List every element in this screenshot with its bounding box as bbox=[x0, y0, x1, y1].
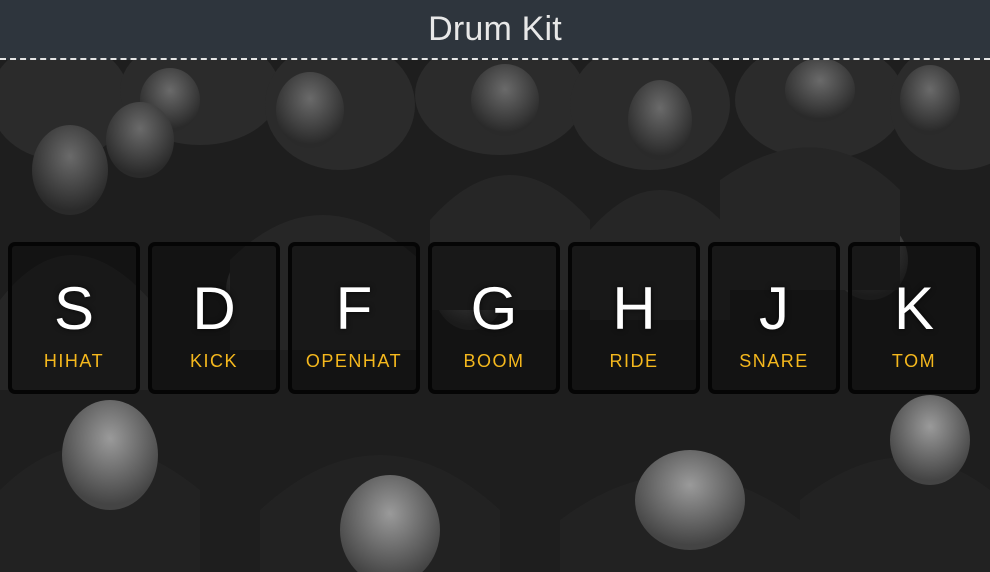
app-header: Drum Kit bbox=[0, 0, 990, 60]
key-sound-label: KICK bbox=[189, 351, 238, 371]
drum-key-j[interactable]: J SNARE bbox=[708, 242, 840, 394]
drum-key-s[interactable]: S HIHAT bbox=[8, 242, 140, 394]
drum-keys-row: S HIHAT D KICK F OPENHAT G BOOM H RIDE J… bbox=[0, 242, 990, 394]
key-sound-label: SNARE bbox=[739, 351, 809, 371]
drum-key-k[interactable]: K TOM bbox=[848, 242, 980, 394]
key-letter: K bbox=[893, 275, 935, 342]
drum-key-d[interactable]: D KICK bbox=[148, 242, 280, 394]
page-title: Drum Kit bbox=[428, 9, 562, 48]
key-letter: J bbox=[759, 275, 789, 342]
key-letter: H bbox=[612, 275, 656, 342]
key-sound-label: BOOM bbox=[463, 351, 525, 371]
key-letter: F bbox=[335, 275, 373, 342]
key-letter: S bbox=[53, 275, 95, 342]
key-sound-label: OPENHAT bbox=[305, 351, 403, 371]
drum-key-f[interactable]: F OPENHAT bbox=[288, 242, 420, 394]
key-sound-label: RIDE bbox=[609, 351, 659, 371]
key-letter: G bbox=[470, 275, 518, 342]
drum-key-g[interactable]: G BOOM bbox=[428, 242, 560, 394]
key-letter: D bbox=[192, 275, 236, 342]
key-sound-label: TOM bbox=[891, 351, 937, 371]
drum-key-h[interactable]: H RIDE bbox=[568, 242, 700, 394]
key-sound-label: HIHAT bbox=[43, 351, 105, 371]
